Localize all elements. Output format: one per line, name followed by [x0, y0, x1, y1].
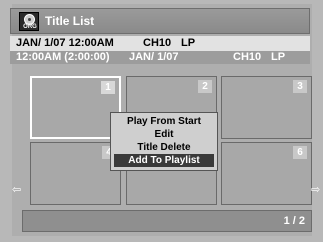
menu-item-title-delete[interactable]: Title Delete: [111, 141, 217, 154]
title-thumbnail-4[interactable]: 4: [30, 142, 121, 205]
selected-title-info-line: 12:00AM (2:00:00) JAN/ 1/07 CH10 LP: [10, 51, 310, 64]
page-right-arrow-icon[interactable]: ⇨: [311, 185, 320, 196]
record-mode: LP: [271, 51, 286, 63]
recording-mode: LP: [181, 37, 196, 49]
page-title: Title List: [45, 14, 95, 28]
menu-item-add-to-playlist[interactable]: Add To Playlist: [114, 154, 214, 167]
recording-datetime: JAN/ 1/07 12:00AM: [16, 37, 114, 49]
org-label: ORG: [23, 24, 37, 30]
title-thumbnail-1[interactable]: 1: [30, 76, 121, 139]
title-thumbnail-6[interactable]: 6: [221, 142, 312, 205]
page-left-arrow-icon[interactable]: ⇦: [12, 185, 21, 196]
original-disc-icon: ORG: [19, 12, 39, 31]
title-number: 6: [293, 146, 307, 159]
title-options-menu: Play From Start Edit Title Delete Add To…: [110, 112, 218, 171]
record-channel: CH10: [233, 51, 262, 63]
menu-item-edit[interactable]: Edit: [111, 128, 217, 141]
title-number: 1: [101, 81, 115, 94]
record-date: JAN/ 1/07: [129, 51, 179, 63]
status-bar: 1 / 2: [22, 210, 312, 232]
recording-channel: CH10: [143, 37, 172, 49]
title-number: 3: [293, 80, 307, 93]
title-bar: ORG Title List: [10, 8, 310, 34]
start-time-duration: 12:00AM (2:00:00): [16, 51, 110, 63]
title-number: 2: [198, 80, 212, 93]
title-info-line: JAN/ 1/07 12:00AM CH10 LP: [10, 36, 310, 51]
page-indicator: 1 / 2: [283, 215, 305, 227]
menu-item-play-from-start[interactable]: Play From Start: [111, 115, 217, 128]
title-thumbnail-3[interactable]: 3: [221, 76, 312, 139]
